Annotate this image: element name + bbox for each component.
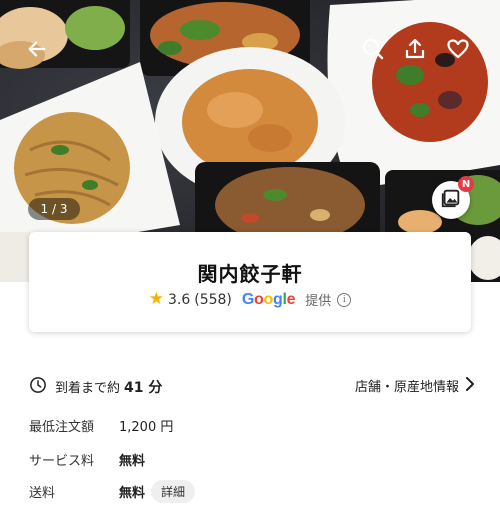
info-icon[interactable]: i <box>337 292 352 307</box>
service-fee-label: サービス料 <box>29 454 95 469</box>
rating-row[interactable]: ★ 3.6 (558) Google 提供 i <box>29 290 471 309</box>
plate-eggplant <box>327 0 500 190</box>
chevron-right-icon <box>465 376 475 395</box>
store-name: 関内餃子軒 <box>197 262 303 286</box>
back-button[interactable] <box>22 36 52 66</box>
clock-icon <box>29 376 47 398</box>
delivery-fee-label: 送料 <box>29 486 56 501</box>
back-arrow-icon <box>26 38 48 64</box>
delivery-fee-row: 送料 無料 詳細 <box>29 480 196 503</box>
delivery-time: 到着まで約 41 分 <box>55 380 163 396</box>
min-order-value: 1,200 円 <box>119 420 174 435</box>
fee-detail-button[interactable]: 詳細 <box>151 480 196 503</box>
google-logo: Google <box>241 290 296 308</box>
delivery-fee-value: 無料 <box>119 486 146 501</box>
search-icon <box>361 37 385 65</box>
min-order-row: 最低注文額 1,200 円 <box>29 416 173 435</box>
search-button[interactable] <box>358 36 388 66</box>
favorite-button[interactable] <box>443 36 473 66</box>
provided-label: 提供 <box>305 294 332 309</box>
min-order-label: 最低注文額 <box>29 420 95 435</box>
star-icon: ★ <box>148 289 164 309</box>
origin-info-label: 店舗・原産地情報 <box>354 380 459 395</box>
origin-info-link[interactable]: 店舗・原産地情報 <box>355 376 475 395</box>
delivery-row: 到着まで約 41 分 店舗・原産地情報 <box>29 376 475 398</box>
plate-edge <box>0 232 30 282</box>
new-badge: N <box>458 176 474 192</box>
rating-value: 3.6 <box>167 291 191 308</box>
plate-noodles <box>0 62 180 255</box>
heart-icon <box>446 37 470 65</box>
gallery-icon <box>440 187 462 213</box>
share-icon <box>403 37 427 65</box>
service-fee-value: 無料 <box>119 454 146 469</box>
service-fee-row: サービス料 無料 <box>29 450 145 469</box>
image-pager: 1 / 3 <box>28 198 80 220</box>
store-card: 関内餃子軒 ★ 3.6 (558) Google 提供 i <box>29 232 471 332</box>
tray-top-left <box>0 0 130 69</box>
review-count: (558) <box>194 291 232 308</box>
share-button[interactable] <box>400 36 430 66</box>
